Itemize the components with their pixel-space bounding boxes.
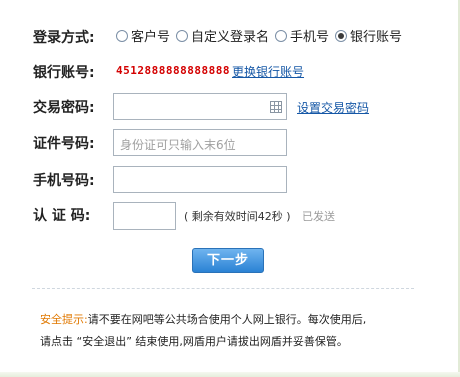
radio-option-phone-no[interactable]: 手机号 [275, 26, 329, 45]
radio-label: 银行账号 [350, 30, 403, 45]
trade-password-input[interactable] [113, 93, 287, 120]
next-step-button[interactable]: 下一步 [192, 248, 264, 273]
divider [32, 288, 414, 289]
bank-account-label: 银行账号: [33, 65, 95, 81]
phone-number-label: 手机号码: [33, 173, 95, 189]
frame-bottom-border [0, 372, 460, 377]
change-bank-account-link[interactable]: 更换银行账号 [232, 63, 304, 80]
radio-label: 手机号 [290, 30, 330, 45]
verify-code-label: 认 证 码: [33, 208, 91, 224]
set-trade-password-link[interactable]: 设置交易密码 [297, 99, 369, 116]
verify-code-sent-status: 已发送 [302, 210, 335, 223]
id-number-label: 证件号码: [33, 136, 95, 152]
id-number-placeholder: 身份证可只输入末6位 [120, 138, 236, 152]
radio-label: 客户号 [131, 30, 171, 45]
radio-option-customer-no[interactable]: 客户号 [116, 26, 170, 45]
security-tip-line1: 安全提示:请不要在网吧等公共场合使用个人网上银行。每次使用后, [40, 309, 420, 331]
security-tip-line2: 请点击 “安全退出” 结束使用,网盾用户请拔出网盾并妥善保管。 [40, 335, 348, 348]
security-tip-text-1: 请不要在网吧等公共场合使用个人网上银行。每次使用后, [87, 313, 367, 326]
trade-password-label: 交易密码: [33, 100, 95, 116]
radio-option-bank-account[interactable]: 银行账号 [335, 26, 402, 45]
id-number-input[interactable]: 身份证可只输入末6位 [113, 129, 287, 156]
radio-option-custom-login-name[interactable]: 自定义登录名 [176, 26, 269, 45]
login-method-radio-group: 客户号 自定义登录名 手机号 银行账号 [116, 26, 408, 45]
keyboard-icon[interactable] [270, 101, 282, 113]
bank-account-number: 4512888888888888 [116, 64, 230, 77]
security-tip-label: 安全提示: [40, 313, 88, 326]
radio-label: 自定义登录名 [191, 30, 270, 45]
security-tip: 安全提示:请不要在网吧等公共场合使用个人网上银行。每次使用后, 请点击 “安全退… [40, 309, 420, 353]
radio-button[interactable] [116, 29, 128, 42]
verify-code-countdown: ( 剩余有效时间42秒 ) [184, 210, 291, 223]
radio-button-selected[interactable] [335, 29, 348, 42]
phone-number-input[interactable] [113, 166, 287, 193]
login-method-label: 登录方式: [33, 30, 95, 46]
verify-code-input[interactable] [113, 202, 176, 230]
radio-button[interactable] [176, 29, 189, 42]
radio-button[interactable] [275, 29, 288, 42]
